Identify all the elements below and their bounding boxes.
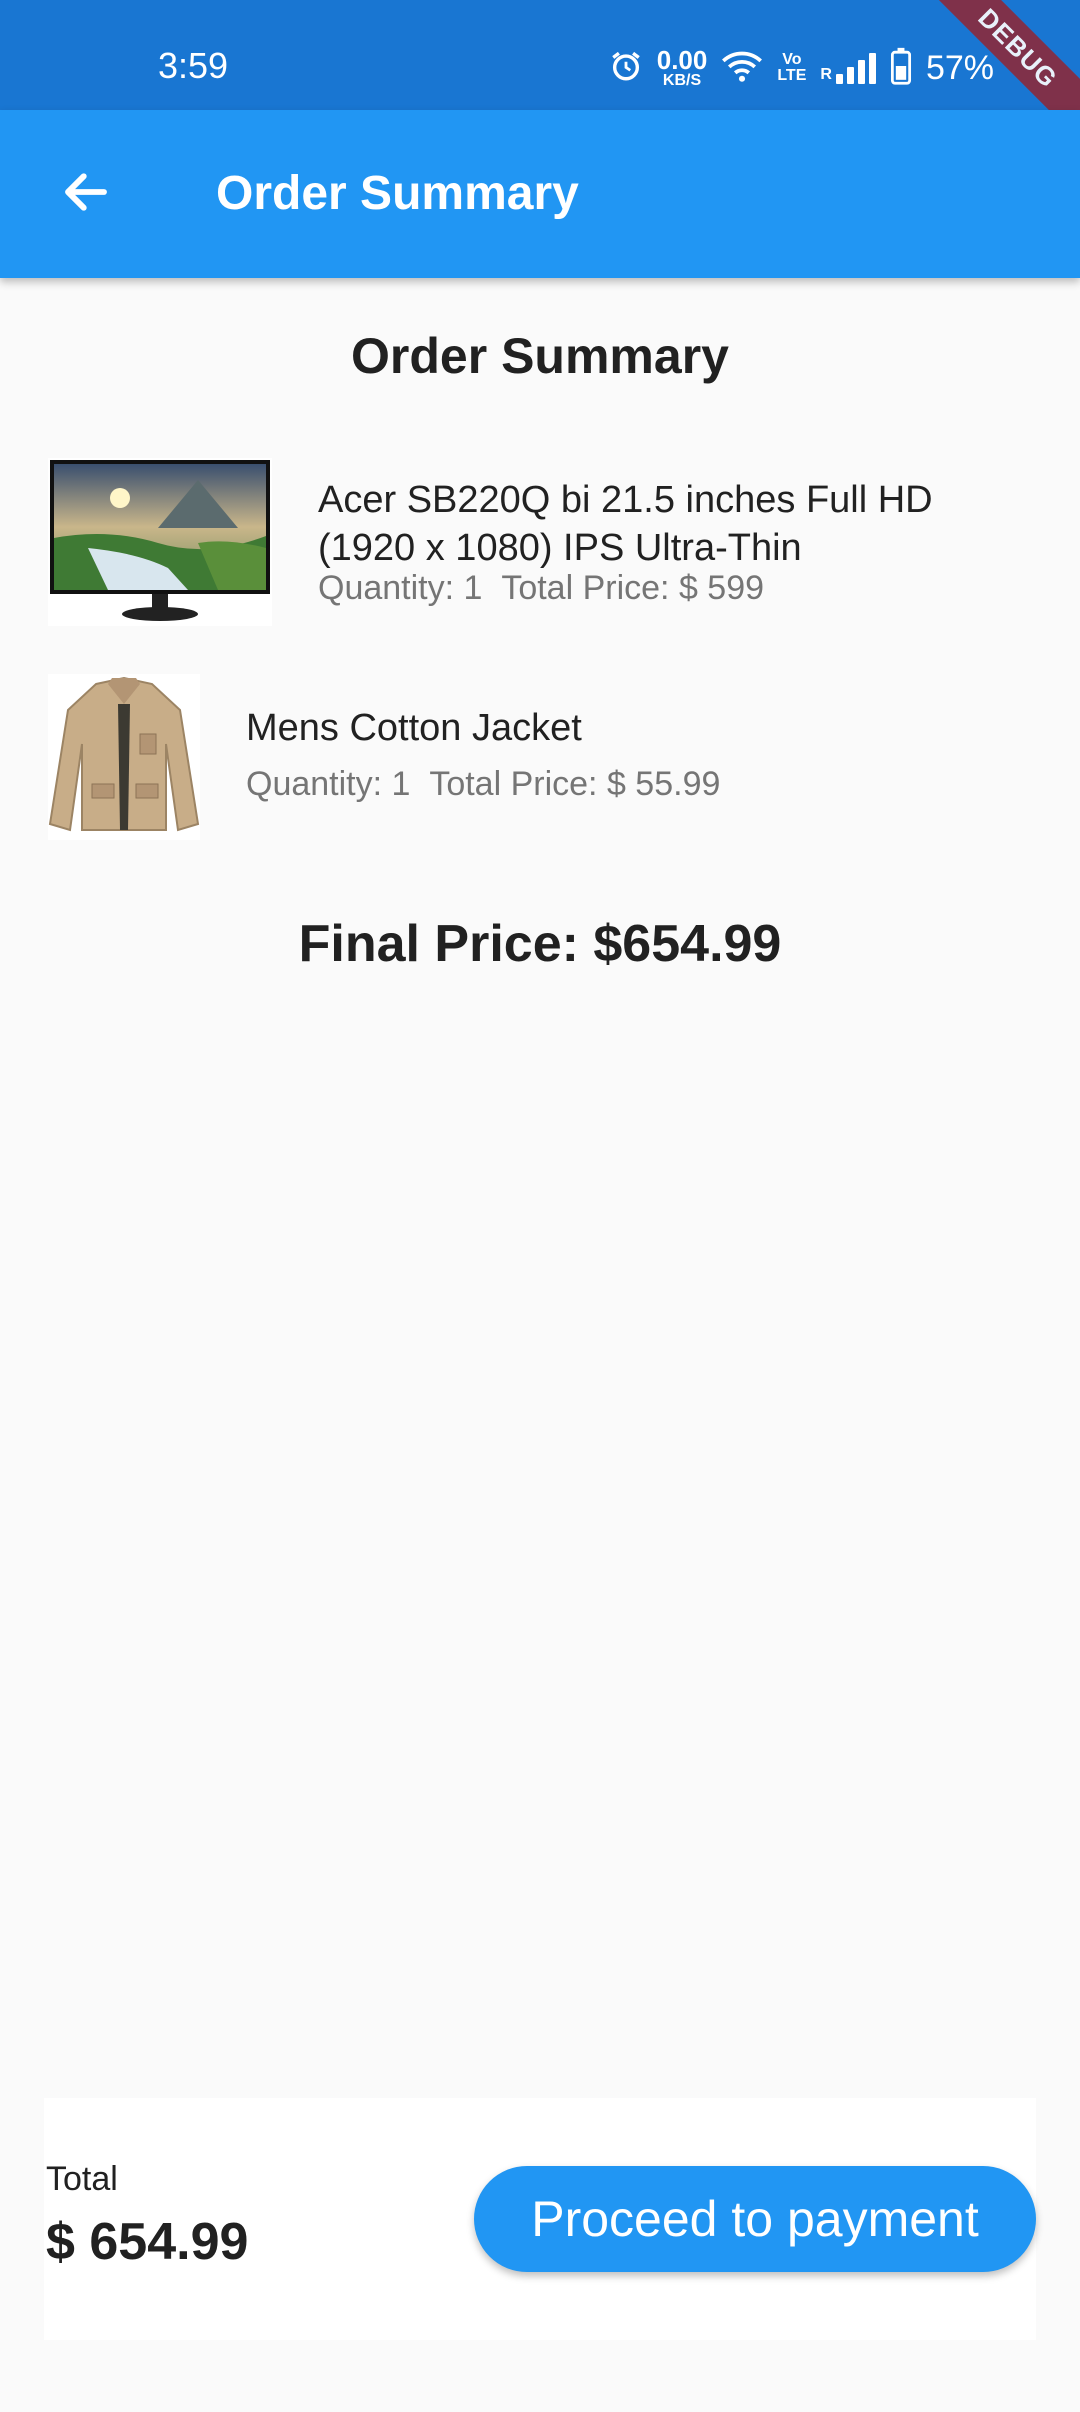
volte-indicator: Vo LTE	[777, 52, 806, 84]
checkout-bar: Total $ 654.99 Proceed to payment	[44, 2098, 1036, 2340]
status-bar: 3:59 0.00 KB/S Vo LTE R 57% DEBUG	[0, 0, 1080, 163]
item-quantity: Quantity: 1	[246, 765, 411, 803]
item-total-price: Total Price: $ 599	[501, 569, 765, 607]
item-meta: Quantity: 1 Total Price: $ 599	[318, 566, 1038, 610]
volte-bottom: LTE	[777, 67, 807, 84]
item-details: Acer SB220Q bi 21.5 inches Full HD (1920…	[318, 476, 1038, 610]
wifi-icon	[721, 49, 763, 88]
order-item[interactable]: Mens Cotton Jacket Quantity: 1 Total Pri…	[48, 674, 1038, 840]
item-name: Mens Cotton Jacket	[246, 707, 582, 749]
battery-percentage: 57%	[925, 48, 994, 87]
status-time: 3:59	[158, 45, 229, 86]
app-bar: Order Summary	[0, 110, 1080, 278]
total-value: $ 654.99	[46, 2213, 249, 2271]
item-name: Acer SB220Q bi 21.5 inches Full HD	[318, 479, 933, 521]
page-title: Order Summary	[351, 328, 729, 384]
alarm-icon	[609, 49, 643, 88]
jacket-image	[48, 674, 200, 840]
final-price: Final Price: $654.99	[298, 915, 782, 973]
network-speed-unit: KB/S	[662, 72, 702, 89]
item-meta: Quantity: 1 Total Price: $ 55.99	[246, 762, 1036, 806]
proceed-to-payment-button[interactable]: Proceed to payment	[474, 2166, 1036, 2272]
total-label: Total	[46, 2160, 118, 2198]
roaming-indicator: R	[820, 66, 832, 83]
item-quantity: Quantity: 1	[318, 569, 483, 607]
network-speed-value: 0.00	[656, 45, 708, 75]
monitor-image	[48, 458, 272, 626]
network-speed: 0.00 KB/S	[657, 47, 708, 89]
signal-icon	[835, 52, 876, 84]
item-name-line2: (1920 x 1080) IPS Ultra-Thin	[318, 527, 802, 569]
volte-top: Vo	[782, 51, 802, 68]
app-bar-title: Order Summary	[216, 167, 579, 220]
signal-group: R	[820, 52, 876, 84]
status-icons: 0.00 KB/S Vo LTE R 57%	[609, 42, 994, 94]
arrow-back-icon	[59, 165, 113, 224]
item-total-price: Total Price: $ 55.99	[429, 765, 721, 803]
battery-icon	[890, 47, 912, 90]
order-item[interactable]: Acer SB220Q bi 21.5 inches Full HD (1920…	[48, 458, 1038, 626]
item-details: Mens Cotton Jacket Quantity: 1 Total Pri…	[246, 704, 1036, 806]
back-button[interactable]	[48, 156, 124, 232]
